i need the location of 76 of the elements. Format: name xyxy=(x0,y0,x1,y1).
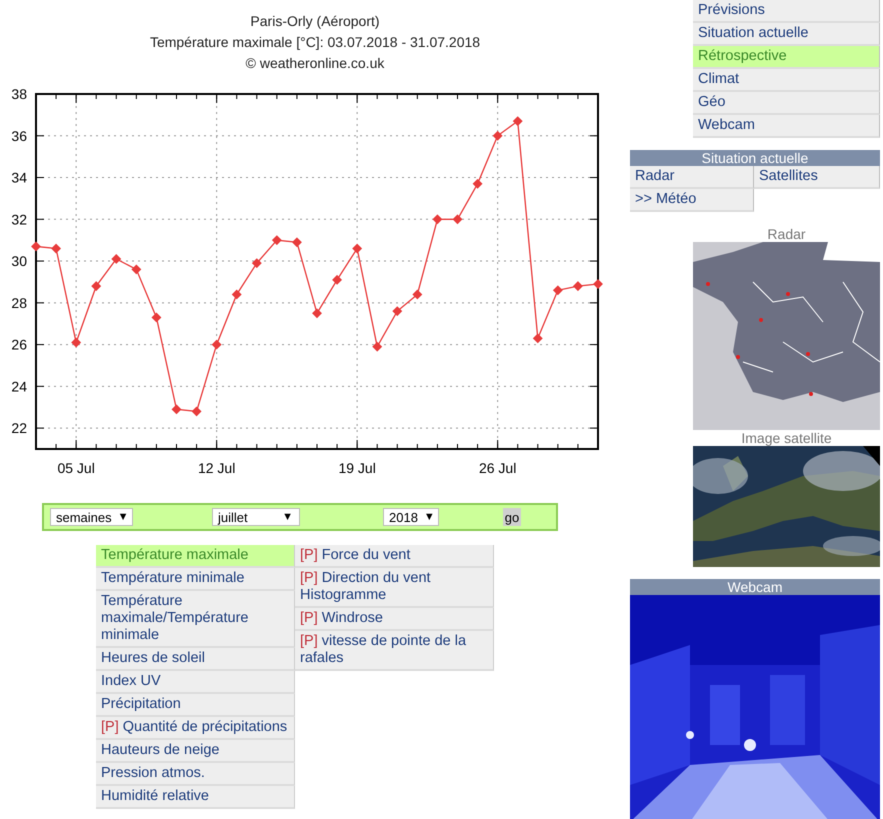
parameter-link[interactable]: Température maximale xyxy=(96,545,295,568)
y-tick-label: 34 xyxy=(11,170,27,186)
data-point xyxy=(192,406,202,416)
parameter-link[interactable]: Précipitation xyxy=(96,694,295,717)
data-point xyxy=(593,279,603,289)
data-point xyxy=(172,404,182,414)
panel-link[interactable]: Radar xyxy=(630,166,754,189)
data-point xyxy=(51,244,62,254)
nav-menu-item[interactable]: Prévisions xyxy=(693,0,880,23)
data-point xyxy=(572,281,583,292)
chart-credit: © weatheronline.co.uk xyxy=(246,54,384,73)
x-tick-label: 26 Jul xyxy=(478,460,516,476)
data-point xyxy=(91,281,102,292)
y-tick-label: 24 xyxy=(11,378,27,394)
parameter-link[interactable]: Index UV xyxy=(96,671,295,694)
data-point xyxy=(252,258,262,268)
parameter-link[interactable]: Pression atmos. xyxy=(96,763,295,786)
chart-subtitle: Température maximale [°C]: 03.07.2018 - 31.07.2018 xyxy=(150,33,480,52)
y-tick-label: 22 xyxy=(11,420,27,436)
panel-link[interactable]: Satellites xyxy=(754,166,880,189)
panel-header: Situation actuelle xyxy=(630,150,880,166)
data-point xyxy=(552,285,563,296)
data-point xyxy=(392,306,402,316)
parameter-link[interactable]: Température maximale/Température minimale xyxy=(96,591,295,648)
data-point xyxy=(472,178,483,189)
data-point xyxy=(452,214,462,224)
data-point xyxy=(532,333,543,344)
data-point xyxy=(111,254,122,264)
data-point xyxy=(312,308,322,318)
data-point xyxy=(131,264,142,274)
x-tick-label: 12 Jul xyxy=(198,460,236,476)
y-tick-label: 28 xyxy=(11,294,27,311)
period-dropdown[interactable]: semaines ▼ xyxy=(50,508,133,526)
nav-menu-item[interactable]: Webcam xyxy=(693,115,880,138)
data-point xyxy=(292,237,302,248)
data-point xyxy=(432,214,442,224)
x-tick-label: 19 Jul xyxy=(338,460,376,476)
satellite-label: Image satellite xyxy=(740,430,833,446)
nav-menu-item[interactable]: Rétrospective xyxy=(693,46,880,69)
data-point xyxy=(492,130,503,141)
nav-menu-item[interactable]: Géo xyxy=(693,92,880,115)
parameter-link[interactable]: [P] Quantité de précipitations xyxy=(96,717,295,740)
panel-link[interactable]: >> Météo xyxy=(630,189,754,212)
y-tick-label: 36 xyxy=(11,128,27,144)
parameter-link[interactable]: Heures de soleil xyxy=(96,648,295,671)
data-point xyxy=(352,244,362,254)
y-tick-label: 26 xyxy=(11,336,27,353)
nav-menu-item[interactable]: Climat xyxy=(693,69,880,92)
data-point xyxy=(71,338,82,348)
parameter-link[interactable]: Température minimale xyxy=(96,568,295,591)
data-point xyxy=(272,235,282,246)
y-tick-label: 32 xyxy=(11,211,27,228)
panel-header: Webcam xyxy=(630,579,880,595)
parameter-link[interactable]: [P] Windrose xyxy=(295,608,494,631)
data-point xyxy=(512,116,523,126)
period-dropdown[interactable]: 2018 ▼ xyxy=(383,508,439,526)
data-point xyxy=(232,290,242,300)
parameter-link[interactable]: [P] vitesse de pointe de la rafales xyxy=(295,631,494,671)
data-point xyxy=(412,290,422,300)
data-point xyxy=(372,342,382,352)
y-tick-label: 30 xyxy=(11,253,27,270)
chart-station: Paris-Orly (Aéroport) xyxy=(250,12,380,31)
data-point xyxy=(332,274,342,285)
parameter-link[interactable]: Humidité relative xyxy=(96,786,295,809)
radar-label: Radar xyxy=(766,226,807,242)
parameter-link[interactable]: [P] Force du vent xyxy=(295,545,494,568)
x-tick-label: 05 Jul xyxy=(57,460,95,476)
y-tick-label: 38 xyxy=(11,86,27,102)
data-point xyxy=(31,242,41,252)
period-dropdown[interactable]: juillet ▼ xyxy=(212,508,300,526)
data-point xyxy=(212,340,222,350)
data-point xyxy=(151,312,162,322)
go-button[interactable]: go xyxy=(503,508,521,526)
parameter-link[interactable]: Hauteurs de neige xyxy=(96,740,295,763)
nav-menu-item[interactable]: Situation actuelle xyxy=(693,23,880,46)
parameter-link[interactable]: [P] Direction du vent Histogramme xyxy=(295,568,494,608)
